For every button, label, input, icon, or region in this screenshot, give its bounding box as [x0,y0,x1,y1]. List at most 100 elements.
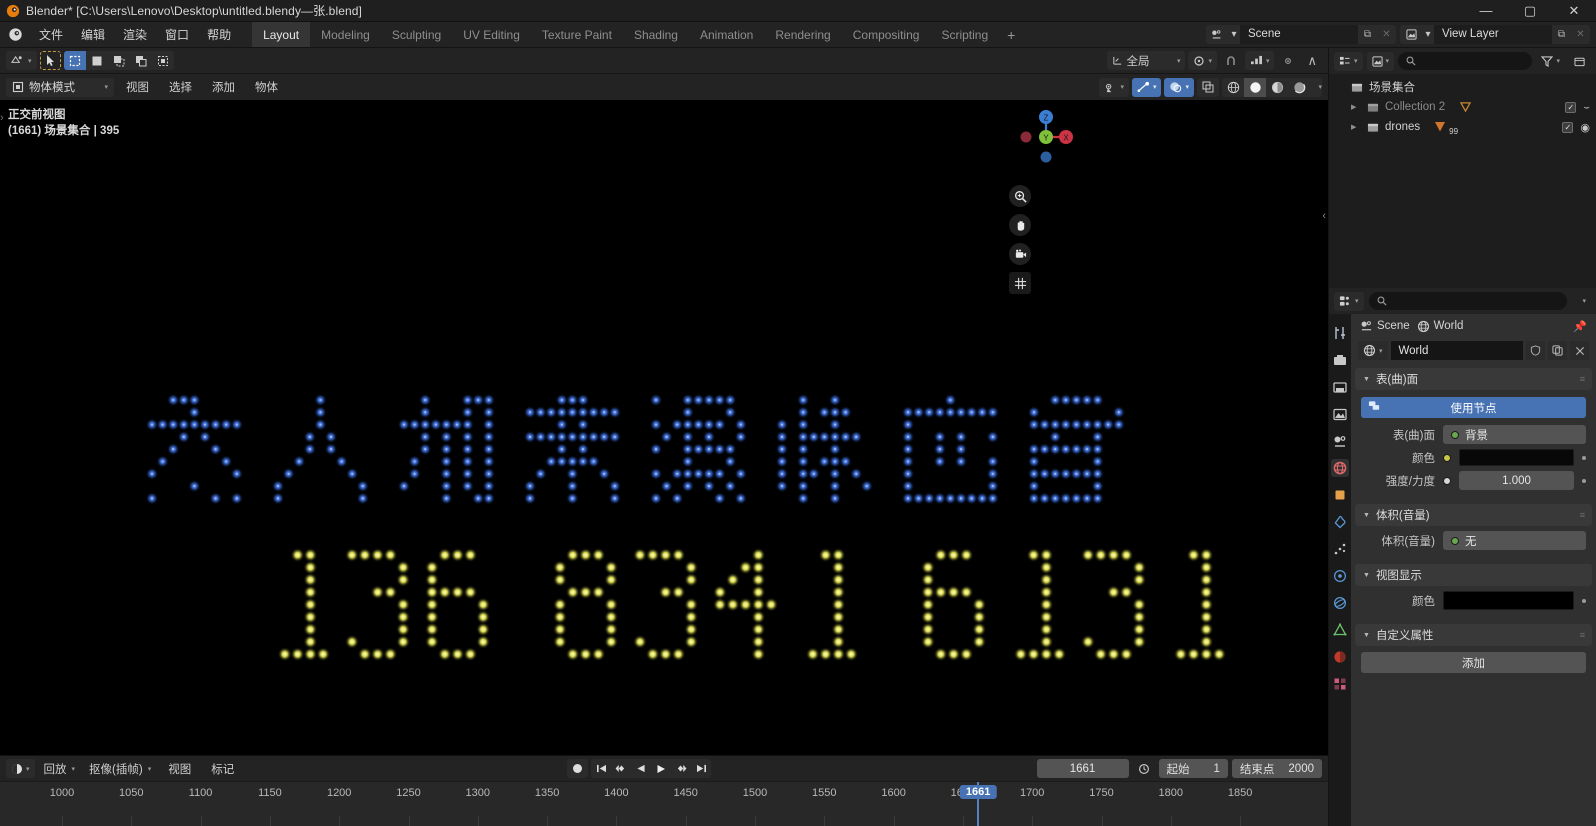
new-collection-icon[interactable] [1569,52,1591,71]
tab-layout[interactable]: Layout [252,22,311,47]
view-layer-selector[interactable]: ▾ View Layer ⧉ ✕ [1400,25,1590,44]
select-difference-icon[interactable] [130,51,152,70]
timeline-menu-view[interactable]: 视图 [160,759,199,778]
menu-help[interactable]: 帮助 [198,22,240,47]
current-frame-field[interactable]: 1661 [1036,759,1129,778]
close-button[interactable]: ✕ [1552,0,1596,22]
hide-in-viewport-icon[interactable]: ⌣ [1583,102,1590,113]
timeline-ruler[interactable]: 1000 1050 1100 1150 1200 1250 1300 1350 1400 1450… [0,781,1328,826]
copy-icon[interactable] [1548,341,1567,360]
next-keyframe-button[interactable] [671,759,691,778]
select-intersect-icon[interactable] [152,51,174,70]
tab-tool-icon[interactable] [1331,324,1349,342]
menu-file[interactable]: 文件 [30,22,72,47]
outliner-search-input[interactable] [1398,52,1533,70]
scene-name[interactable]: Scene [1240,25,1358,44]
outliner-display-mode-selector[interactable]: ▾ [1366,51,1395,71]
pivot-point-selector[interactable]: ▾ [1188,51,1217,70]
outliner-editor-type-icon[interactable]: ▾ [1334,51,1363,71]
display-color-swatch[interactable] [1443,591,1574,610]
breadcrumb-world[interactable]: World [1417,320,1463,333]
tab-rendering[interactable]: Rendering [764,22,841,47]
scene-new-button[interactable]: ⧉ [1358,25,1377,44]
expand-arrow-icon[interactable]: ▶ [1351,123,1360,131]
tab-shading[interactable]: Shading [623,22,689,47]
viewport-menu-object[interactable]: 物体 [247,78,286,97]
keying-menu[interactable]: 抠像(插帧) ▾ [84,759,156,778]
outliner-row-collection-2[interactable]: ▶ Collection 2 ✓ ⌣ [1329,97,1596,117]
scene-selector[interactable]: ▾ Scene ⧉ ✕ [1206,25,1396,44]
shading-mode-group[interactable]: ▾ [1222,77,1322,97]
scene-browse-caret[interactable]: ▾ [1228,25,1240,44]
tab-scripting[interactable]: Scripting [930,22,999,47]
material-preview-shading-icon[interactable] [1266,78,1288,97]
tab-texture-icon[interactable] [1331,675,1349,693]
world-name-field[interactable]: World [1390,341,1523,360]
tab-material-icon[interactable] [1331,648,1349,666]
tab-object-data-icon[interactable] [1331,621,1349,639]
properties-options-caret[interactable]: ▾ [1572,292,1591,311]
view-layer-browse-caret[interactable]: ▾ [1422,25,1434,44]
3d-viewport[interactable]: › 正交前视图 (1661) 场景集合 | 395 ‹ Z Y X [0,100,1328,755]
prev-keyframe-button[interactable] [611,759,631,778]
tab-modeling[interactable]: Modeling [310,22,381,47]
maximize-button[interactable]: ▢ [1508,0,1552,22]
shield-icon[interactable] [1526,341,1545,360]
hide-in-viewport-icon[interactable]: ◉ [1580,121,1590,134]
minimize-button[interactable]: — [1464,0,1508,22]
visibility-selector[interactable]: ▾ [1099,77,1129,97]
frame-start-field[interactable]: 起始 1 [1158,759,1228,778]
select-box-icon[interactable] [63,51,86,70]
proportional-edit-icon[interactable] [1277,51,1299,70]
panel-header-viewport-display[interactable]: ▼ 视图显示 [1355,564,1592,586]
tab-object-icon[interactable] [1331,486,1349,504]
pin-id-icon[interactable]: 📌 [1573,320,1587,333]
animate-property-dot[interactable] [1582,598,1586,603]
panel-header-surface[interactable]: ▼ 表(曲)面 ≡ [1355,368,1592,390]
menu-window[interactable]: 窗口 [156,22,198,47]
value-strength[interactable]: 1.000 [1459,471,1574,490]
snap-magnet-icon[interactable] [1220,51,1242,70]
wireframe-shading-icon[interactable] [1222,78,1244,97]
panel-header-volume[interactable]: ▼ 体积(音量) ≡ [1355,504,1592,526]
overlays-toggle-button[interactable]: ▾ [1164,77,1194,97]
blender-menu-icon[interactable] [0,22,30,47]
menu-edit[interactable]: 编辑 [72,22,114,47]
select-subtract-icon[interactable] [108,51,130,70]
animate-property-dot[interactable] [1582,455,1586,460]
xray-toggle-button[interactable] [1197,77,1219,97]
animate-property-dot[interactable] [1582,478,1586,483]
menu-render[interactable]: 渲染 [114,22,156,47]
tab-render-icon[interactable] [1331,351,1349,369]
outliner-row-scene-collection[interactable]: 场景集合 [1329,77,1596,97]
checkbox-enable-in-viewlayer[interactable]: ✓ [1562,121,1574,133]
shading-options-caret[interactable]: ▾ [1310,78,1322,97]
tab-uv-editing[interactable]: UV Editing [452,22,531,47]
color-swatch[interactable] [1459,449,1574,466]
tab-sculpting[interactable]: Sculpting [381,22,452,47]
viewport-menu-add[interactable]: 添加 [204,78,243,97]
auto-keying-button[interactable] [567,759,589,778]
tab-physics-icon[interactable] [1331,567,1349,585]
properties-search-input[interactable] [1368,292,1567,310]
value-volume-node[interactable]: 无 [1443,531,1586,550]
close-icon[interactable] [1570,341,1589,360]
filter-icon[interactable]: ▾ [1536,52,1565,71]
tab-view-layer-icon[interactable] [1331,405,1349,423]
view-layer-remove-button[interactable]: ✕ [1571,25,1590,44]
outliner-row-drones[interactable]: ▶ drones 99 ✓ ◉ [1329,117,1596,137]
tab-texture-paint[interactable]: Texture Paint [531,22,623,47]
add-custom-property-button[interactable]: 添加 [1361,652,1586,673]
tweak-tool-button[interactable] [39,51,61,70]
play-reverse-button[interactable] [631,759,651,778]
jump-to-start-button[interactable] [591,759,611,778]
properties-editor-type-icon[interactable]: ▾ [1334,291,1364,311]
proportional-falloff-icon[interactable]: ∧ [1302,51,1322,70]
transform-orientation-selector[interactable]: 全局 ▾ [1107,51,1186,70]
viewport-sidebar-toggle-right[interactable]: ‹ [1322,210,1326,222]
timeline-editor-type-icon[interactable]: ▾ [6,759,35,778]
frame-end-field[interactable]: 结束点 2000 [1231,759,1322,778]
editor-type-selector[interactable]: ▾ [6,51,37,70]
world-datablock-browse[interactable]: ▾ [1358,341,1388,360]
playback-menu[interactable]: 回放 ▾ [39,759,81,778]
